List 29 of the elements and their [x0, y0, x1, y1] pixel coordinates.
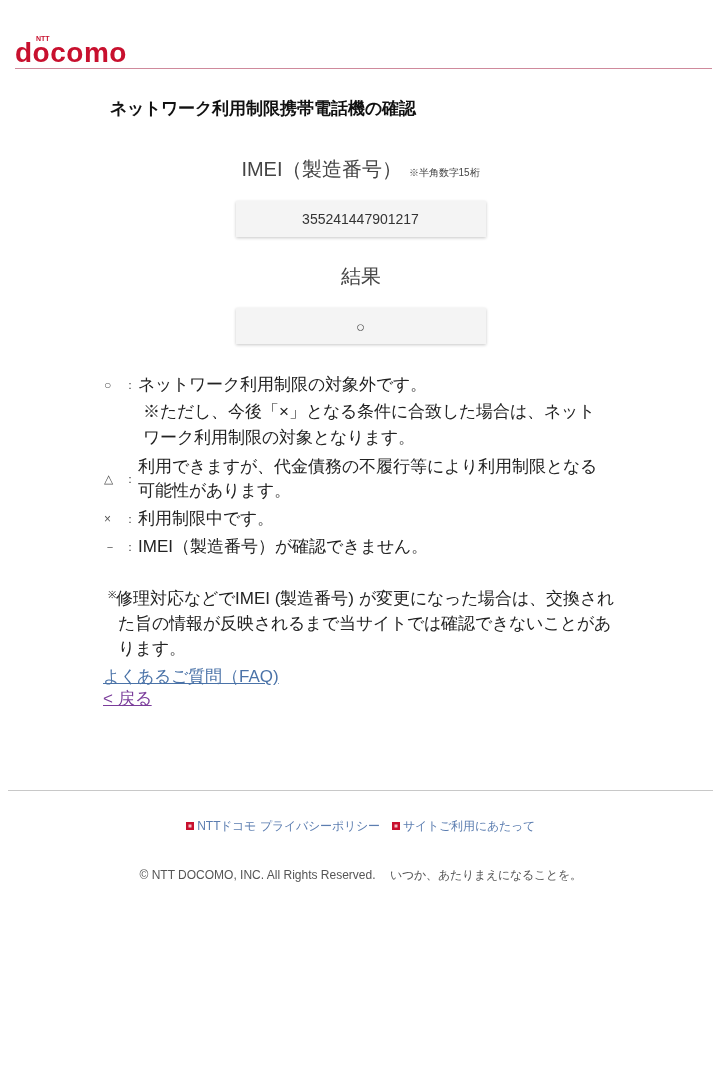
footer-link[interactable]: NTTドコモ プライバシーポリシー [197, 818, 380, 834]
square-bullet-icon [391, 822, 400, 830]
legend-symbol: ○ [104, 377, 112, 394]
imei-label: IMEI（製造番号） [241, 157, 403, 182]
legend-colon: ： [124, 471, 137, 488]
page-title: ネットワーク利用制限携帯電話機の確認 [110, 98, 418, 120]
legend-colon: ： [124, 511, 137, 528]
square-bullet-icon [186, 822, 195, 830]
text-link[interactable]: < 戻る [103, 688, 152, 710]
imei-hint: ※半角数字15桁 [408, 166, 480, 180]
footer-link[interactable]: サイトご利用にあたって [402, 818, 535, 834]
tagline-text: いつか、あたりまえになることを。 [389, 867, 582, 883]
text-link[interactable]: よくあるご質問（FAQ) [103, 666, 279, 688]
logo-wordmark: docomo [15, 42, 127, 64]
legend-colon: ： [124, 539, 137, 556]
legend-symbol: △ [104, 471, 113, 488]
copyright-text: © NTT DOCOMO, INC. All Rights Reserved. [139, 867, 376, 883]
legend-text: 利用制限中です。 [138, 508, 275, 530]
legend-colon: ： [124, 377, 137, 394]
legend-text: IMEI（製造番号）が確認できません。 [138, 536, 429, 558]
legend-symbol: － [104, 539, 116, 556]
legend-note: ※ただし、今後「×」となる条件に合致した場合は、ネットワーク利用制限の対象となります。 [142, 401, 595, 449]
result-field: ○ [235, 308, 486, 344]
legend-text: ネットワーク利用制限の対象外です。 [138, 374, 428, 396]
result-label: 結果 [340, 265, 381, 287]
imei-field: 355241447901217 [235, 201, 486, 237]
legend-symbol: × [104, 511, 111, 528]
notice-text: $^{※}$修理対応などでIMEI (製造番号) が変更になった場合は、交換された旨の情報が反映されるまで当サイトでは確認できないことがあります。 [108, 588, 615, 660]
legend-text: 利用できますが、代金債務の不履行等により利用制限となる可能性があります。 [138, 456, 598, 502]
